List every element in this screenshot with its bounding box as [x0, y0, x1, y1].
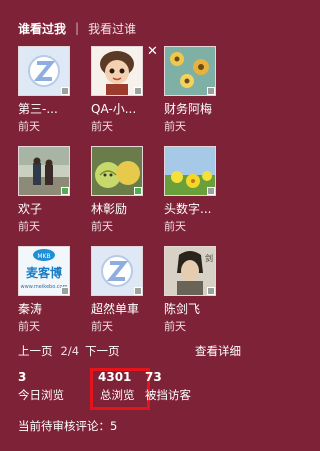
logo-badge: MKB	[37, 253, 50, 260]
status-dot	[61, 87, 69, 95]
prev-page-link[interactable]: 上一页	[18, 343, 53, 359]
visitor-item[interactable]: 林彰励 前天	[91, 146, 164, 246]
total-views-count: 4301	[98, 370, 132, 384]
visit-time: 前天	[18, 320, 40, 333]
visitor-row: MKB 麦客博 www.meikebo.com 秦涛 前天 超然单車 前天 剑 …	[18, 246, 248, 346]
status-dot	[134, 87, 142, 95]
total-views-label: 总浏览	[100, 388, 135, 402]
next-page-link[interactable]: 下一页	[85, 343, 120, 359]
melons-avatar[interactable]	[91, 146, 143, 196]
visit-time: 前天	[18, 120, 40, 133]
logo-text: 麦客博	[26, 265, 62, 280]
street-photo-avatar[interactable]	[18, 146, 70, 196]
status-dot	[61, 287, 69, 295]
pending-comments[interactable]: 当前待审核评论：5	[18, 418, 117, 434]
status-dot	[207, 287, 215, 295]
visitor-item[interactable]: 剑 陈剑飞 前天	[164, 246, 237, 346]
status-dot	[134, 287, 142, 295]
close-icon[interactable]: ✕	[147, 44, 158, 59]
visitor-item[interactable]: 财务阿梅 前天	[164, 46, 237, 146]
default-z-avatar[interactable]	[18, 46, 70, 96]
flowers-avatar[interactable]	[164, 46, 216, 96]
yellow-flowers-avatar[interactable]	[164, 146, 216, 196]
pagination: 上一页 2/4 下一页 查看详细	[18, 342, 243, 360]
default-z-avatar[interactable]	[91, 246, 143, 296]
status-dot	[207, 87, 215, 95]
visitor-item[interactable]: 欢子 前天	[18, 146, 91, 246]
tab-who-i-visited[interactable]: 我看过谁	[88, 20, 136, 37]
visitor-name[interactable]: 第三-...	[18, 100, 58, 117]
visit-time: 前天	[91, 120, 113, 133]
today-views-label: 今日浏览	[18, 388, 64, 402]
visitor-name[interactable]: 头数字...	[164, 200, 211, 217]
today-views-stat[interactable]: 3 今日浏览	[18, 370, 64, 403]
blocked-visitors-stat[interactable]: 73 被挡访客	[145, 370, 191, 403]
visit-time: 前天	[164, 220, 186, 233]
maikeibo-logo-avatar[interactable]: MKB 麦客博 www.meikebo.com	[18, 246, 70, 296]
visit-time: 前天	[164, 320, 186, 333]
view-details-link[interactable]: 查看详细	[195, 343, 241, 359]
total-views-stat[interactable]: 4301 总浏览	[98, 370, 135, 403]
visitor-item[interactable]: 头数字... 前天	[164, 146, 237, 246]
visitor-name[interactable]: 欢子	[18, 200, 42, 217]
visit-time: 前天	[164, 120, 186, 133]
page-indicator: 2/4	[60, 344, 80, 358]
cartoon-girl-avatar[interactable]	[91, 46, 143, 96]
visit-time: 前天	[18, 220, 40, 233]
visitor-item[interactable]: ✕ QA-小... 前天	[91, 44, 164, 146]
visitor-name[interactable]: 秦涛	[18, 300, 42, 317]
today-views-count: 3	[18, 370, 27, 384]
actor-poster-avatar[interactable]: 剑	[164, 246, 216, 296]
visitor-name[interactable]: 陈剑飞	[164, 300, 200, 317]
visitor-name[interactable]: QA-小...	[91, 100, 136, 117]
visit-stats: 3 今日浏览 4301 总浏览 73 被挡访客	[18, 368, 228, 410]
visitor-item[interactable]: 第三-... 前天	[18, 46, 91, 146]
blocked-visitors-label: 被挡访客	[145, 388, 191, 402]
tab-who-visited-me[interactable]: 谁看过我	[18, 20, 66, 37]
svg-text:剑: 剑	[205, 253, 213, 263]
blocked-visitors-count: 73	[145, 370, 162, 384]
online-status-dot	[134, 187, 142, 195]
visit-time: 前天	[91, 220, 113, 233]
status-dot	[207, 187, 215, 195]
visitor-item[interactable]: MKB 麦客博 www.meikebo.com 秦涛 前天	[18, 246, 91, 346]
visitor-name[interactable]: 超然单車	[91, 300, 139, 317]
visit-time: 前天	[91, 320, 113, 333]
tab-separator: |	[75, 21, 80, 35]
visitor-item[interactable]: 超然单車 前天	[91, 246, 164, 346]
visitor-grid: 第三-... 前天 ✕ QA-小... 前天 财务阿梅 前天 欢子 前天 林彰励…	[18, 44, 248, 346]
visitor-name[interactable]: 财务阿梅	[164, 100, 212, 117]
visitor-tabs: 谁看过我 | 我看过谁	[18, 18, 136, 38]
visitor-row: 第三-... 前天 ✕ QA-小... 前天 财务阿梅 前天	[18, 44, 248, 146]
visitor-row: 欢子 前天 林彰励 前天 头数字... 前天	[18, 146, 248, 246]
visitor-name[interactable]: 林彰励	[91, 200, 127, 217]
online-status-dot	[61, 187, 69, 195]
